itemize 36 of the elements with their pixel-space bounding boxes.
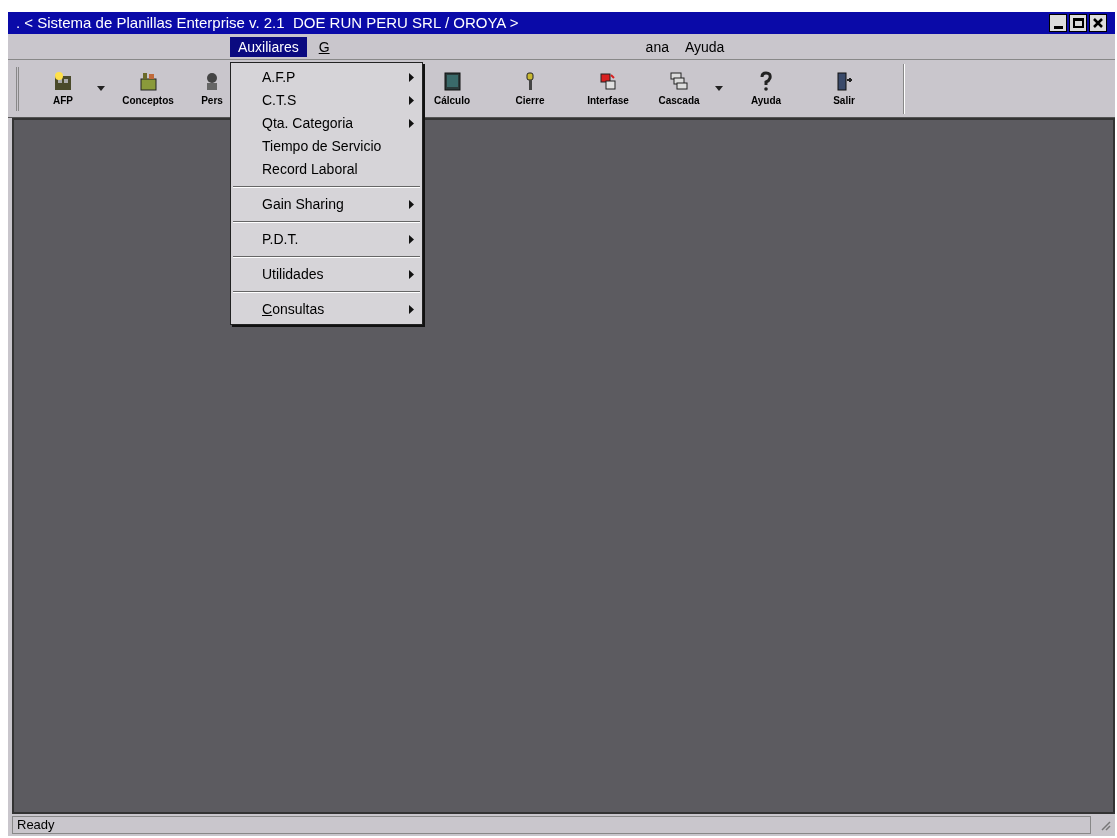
- submenu-arrow-icon: [409, 270, 414, 279]
- toolbar-button[interactable]: Cierre: [491, 62, 569, 115]
- status-text: Ready: [12, 816, 1091, 834]
- caret-icon[interactable]: [97, 86, 105, 91]
- menu-option[interactable]: Record Laboral: [231, 158, 422, 181]
- building-icon: [52, 70, 74, 92]
- submenu-arrow-icon: [409, 200, 414, 209]
- submenu-arrow-icon: [409, 235, 414, 244]
- menu-item[interactable]: Ayuda: [680, 36, 729, 57]
- toolbar-button[interactable]: Interfase: [569, 62, 647, 115]
- window-title: . < Sistema de Planillas Enterprise v. 2.1 DOE RUN PERU SRL / OROYA >: [16, 12, 519, 33]
- windows-icon: [597, 70, 619, 92]
- toolbar-button[interactable]: Ayuda: [727, 62, 805, 115]
- toolbar-button[interactable]: Salir: [805, 62, 883, 115]
- menu-option[interactable]: Utilidades: [231, 263, 422, 286]
- submenu-arrow-icon: [409, 305, 414, 314]
- menu-option[interactable]: Qta. Categoria: [231, 112, 422, 135]
- submenu-arrow-icon: [409, 119, 414, 128]
- menu-item[interactable]: ana: [641, 36, 673, 57]
- minimize-icon[interactable]: [1049, 14, 1067, 32]
- menu-item[interactable]: G: [314, 36, 334, 57]
- caret-icon[interactable]: [715, 86, 723, 91]
- toolbar-button[interactable]: Cascada: [647, 62, 727, 115]
- close-icon[interactable]: [1089, 14, 1107, 32]
- menu-option[interactable]: Tiempo de Servicio: [231, 135, 422, 158]
- menu-option[interactable]: P.D.T.: [231, 228, 422, 251]
- menu-option[interactable]: Consultas: [231, 298, 422, 321]
- cascade-icon: [668, 70, 690, 92]
- maximize-icon[interactable]: [1069, 14, 1087, 32]
- resize-grip-icon[interactable]: [1099, 819, 1111, 831]
- menu-item[interactable]: Auxiliares: [230, 36, 307, 57]
- submenu-arrow-icon: [409, 96, 414, 105]
- submenu-arrow-icon: [409, 73, 414, 82]
- toolbar-button[interactable]: AFP: [33, 62, 109, 115]
- toolbar-button[interactable]: Conceptos: [109, 62, 187, 115]
- menu-option[interactable]: Gain Sharing: [231, 193, 422, 216]
